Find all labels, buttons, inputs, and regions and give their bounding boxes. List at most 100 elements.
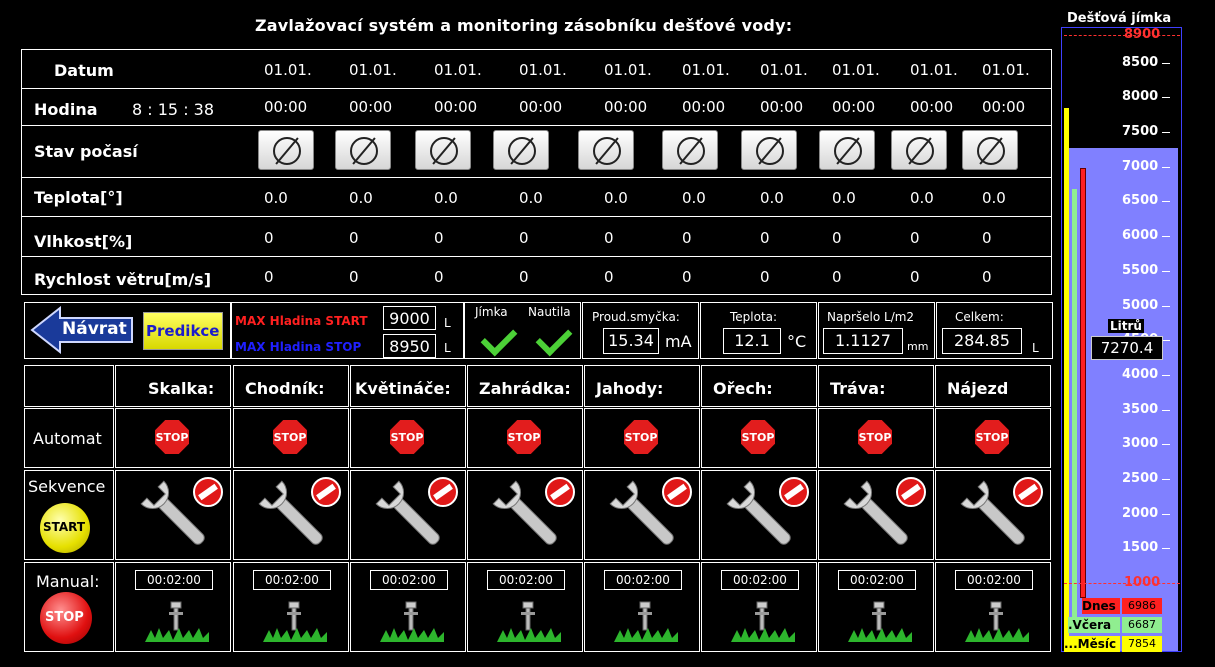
manual-timer[interactable]: 00:02:00 <box>253 570 331 590</box>
wrench-disabled-icon[interactable] <box>375 474 465 558</box>
weather-status-button[interactable] <box>819 130 875 170</box>
start-label: START <box>43 520 86 534</box>
manual-timer[interactable]: 00:02:00 <box>721 570 799 590</box>
tank-tick-mark <box>1162 62 1170 64</box>
date-label: Datum <box>54 61 114 80</box>
manual-stop-button[interactable]: STOP <box>40 592 92 644</box>
wrench-disabled-icon[interactable] <box>960 474 1050 558</box>
manual-timer[interactable]: 00:02:00 <box>955 570 1033 590</box>
no-data-icon <box>273 137 301 165</box>
hour-label: Hodina <box>34 100 98 119</box>
forecast-temp: 0.0 <box>682 189 706 207</box>
no-data-icon <box>906 137 934 165</box>
wrench-disabled-icon[interactable] <box>492 474 582 558</box>
no-data-icon <box>430 137 458 165</box>
clock: 8 : 15 : 38 <box>132 100 215 119</box>
forecast-temp: 0.0 <box>832 189 856 207</box>
wrench-disabled-icon[interactable] <box>258 474 348 558</box>
weather-status-button[interactable] <box>258 130 314 170</box>
forecast-temp: 0.0 <box>349 189 373 207</box>
wrench-disabled-icon[interactable] <box>609 474 699 558</box>
current-unit: mA <box>665 332 692 351</box>
manual-timer[interactable]: 00:02:00 <box>135 570 213 590</box>
max-stop-input[interactable]: 8950 <box>383 334 436 358</box>
wrench-disabled-icon[interactable] <box>843 474 933 558</box>
automat-stop-button[interactable]: STOP <box>390 420 424 454</box>
row-divider <box>21 88 1052 89</box>
manual-timer[interactable]: 00:02:00 <box>487 570 565 590</box>
sprinkler-icon[interactable] <box>380 598 444 646</box>
sprinkler-icon[interactable] <box>145 598 209 646</box>
max-stop-label: MAX Hladina STOP <box>235 340 362 354</box>
forecast-hour: 00:00 <box>519 98 563 116</box>
no-data-icon <box>756 137 784 165</box>
forecast-date: 01.01. <box>519 61 567 79</box>
forecast-date: 01.01. <box>910 61 958 79</box>
weather-status-button[interactable] <box>493 130 549 170</box>
max-start-input[interactable]: 9000 <box>383 306 436 330</box>
weather-status-button[interactable] <box>962 130 1018 170</box>
tank-min-label: 1000 <box>1124 575 1161 590</box>
tank-tick-mark <box>1162 409 1170 411</box>
forecast-temp: 0.0 <box>264 189 288 207</box>
forecast-date: 01.01. <box>682 61 730 79</box>
yesterday-legend: .Včera <box>1068 617 1120 633</box>
wrench-disabled-icon[interactable] <box>726 474 816 558</box>
forecast-humidity: 0 <box>604 229 614 247</box>
total-unit: L <box>1032 341 1039 355</box>
weather-status-button[interactable] <box>741 130 797 170</box>
humidity-label: Vlhkost[%] <box>34 232 133 251</box>
forecast-date: 01.01. <box>982 61 1030 79</box>
manual-timer[interactable]: 00:02:00 <box>838 570 916 590</box>
forecast-wind: 0 <box>832 268 842 286</box>
sprinkler-icon[interactable] <box>497 598 561 646</box>
manual-timer[interactable]: 00:02:00 <box>604 570 682 590</box>
max-start-label: MAX Hladina START <box>235 314 368 328</box>
weather-status-button[interactable] <box>891 130 947 170</box>
rain-unit: mm <box>907 340 929 353</box>
yesterday-label: .Včera <box>1068 618 1112 632</box>
tank-tick-mark <box>1162 548 1170 550</box>
wrench-disabled-icon[interactable] <box>140 474 230 558</box>
forecast-hour: 00:00 <box>760 98 804 116</box>
no-data-icon <box>834 137 862 165</box>
rain-value: 1.1127 <box>823 328 903 354</box>
sequence-start-button[interactable]: START <box>40 503 90 553</box>
temp-panel-label: Teplota: <box>730 310 778 324</box>
weather-status-button[interactable] <box>415 130 471 170</box>
temp-value: 12.1 <box>723 328 781 354</box>
sprinkler-icon[interactable] <box>965 598 1029 646</box>
forecast-hour: 00:00 <box>910 98 954 116</box>
forecast-date: 01.01. <box>604 61 652 79</box>
forecast-date: 01.01. <box>760 61 808 79</box>
sprinkler-icon[interactable] <box>263 598 327 646</box>
sprinkler-icon[interactable] <box>731 598 795 646</box>
today-label: Dnes <box>1082 599 1116 613</box>
forecast-temp: 0.0 <box>910 189 934 207</box>
forecast-wind: 0 <box>760 268 770 286</box>
sprinkler-icon[interactable] <box>848 598 912 646</box>
tank-max-label: 8900 <box>1124 27 1161 42</box>
predict-button[interactable]: Predikce <box>143 312 223 350</box>
weather-status-button[interactable] <box>335 130 391 170</box>
zone-name: Zahrádka: <box>479 379 571 398</box>
weather-status-button[interactable] <box>578 130 634 170</box>
automat-stop-button[interactable]: STOP <box>273 420 307 454</box>
forecast-hour: 00:00 <box>982 98 1026 116</box>
forecast-temp: 0.0 <box>519 189 543 207</box>
back-button[interactable]: Návrat <box>30 305 134 355</box>
no-data-icon <box>977 137 1005 165</box>
forecast-wind: 0 <box>264 268 274 286</box>
tank-tick-mark <box>1162 478 1170 480</box>
weather-status-button[interactable] <box>662 130 718 170</box>
forecast-hour: 00:00 <box>349 98 393 116</box>
manual-timer[interactable]: 00:02:00 <box>370 570 448 590</box>
page-title: Zavlažovací systém a monitoring zásobník… <box>255 16 793 35</box>
temp-label: Teplota[°] <box>34 188 123 207</box>
tank-tick-mark <box>1162 340 1170 342</box>
nautila-label: Nautila <box>528 305 571 319</box>
forecast-temp: 0.0 <box>982 189 1006 207</box>
zone-name: Květináče: <box>355 379 451 398</box>
automat-stop-button[interactable]: STOP <box>155 420 189 454</box>
sprinkler-icon[interactable] <box>614 598 678 646</box>
